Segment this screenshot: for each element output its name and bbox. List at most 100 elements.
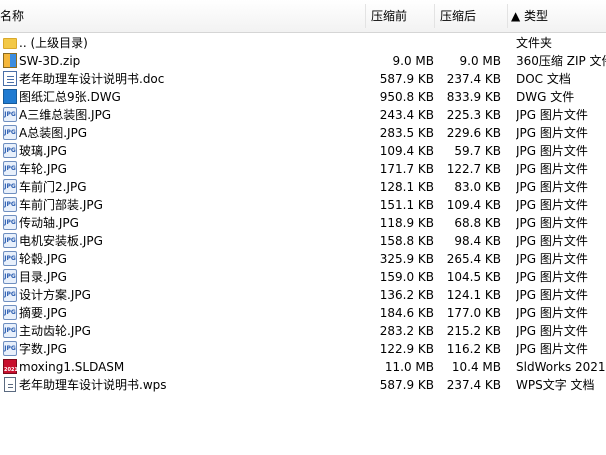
file-compressed-size: 59.7 KB bbox=[454, 144, 501, 158]
file-type: DWG 文件 bbox=[516, 90, 575, 104]
file-name: A三维总装图.JPG bbox=[19, 108, 112, 122]
file-row[interactable]: JPG 玻璃.JPG 109.4 KB 59.7 KB JPG 图片文件 bbox=[0, 142, 606, 160]
column-divider[interactable] bbox=[365, 4, 366, 28]
file-original-size: 109.4 KB bbox=[379, 144, 434, 158]
jpg-icon: JPG bbox=[3, 125, 17, 141]
jpg-icon: JPG bbox=[3, 161, 17, 177]
jpg-icon: JPG bbox=[3, 269, 17, 285]
file-name: moxing1.SLDASM bbox=[19, 360, 125, 374]
file-original-size: 283.2 KB bbox=[379, 324, 434, 338]
file-row[interactable]: JPG 主动齿轮.JPG 283.2 KB 215.2 KB JPG 图片文件 bbox=[0, 322, 606, 340]
file-compressed-size: 124.1 KB bbox=[446, 288, 501, 302]
file-name: 老年助理车设计说明书.wps bbox=[19, 378, 167, 392]
file-name: 玻璃.JPG bbox=[19, 144, 67, 158]
jpg-icon: JPG bbox=[3, 197, 17, 213]
file-type: JPG 图片文件 bbox=[516, 288, 588, 302]
file-original-size: 243.4 KB bbox=[379, 108, 434, 122]
file-type: 360压缩 ZIP 文件 bbox=[516, 54, 606, 68]
jpg-icon: JPG bbox=[3, 143, 17, 159]
file-compressed-size: 177.0 KB bbox=[446, 306, 501, 320]
file-original-size: 128.1 KB bbox=[379, 180, 434, 194]
file-name: 车轮.JPG bbox=[19, 162, 67, 176]
file-original-size: 950.8 KB bbox=[379, 90, 434, 104]
doc-icon bbox=[3, 71, 17, 87]
file-type: 文件夹 bbox=[516, 36, 553, 50]
file-row[interactable]: 2021 moxing1.SLDASM 11.0 MB 10.4 MB SldWorks… bbox=[0, 358, 606, 376]
file-compressed-size: 83.0 KB bbox=[454, 180, 501, 194]
file-name: A总装图.JPG bbox=[19, 126, 88, 140]
file-compressed-size: 104.5 KB bbox=[446, 270, 501, 284]
file-row[interactable]: 老年助理车设计说明书.doc 587.9 KB 237.4 KB DOC 文档 bbox=[0, 70, 606, 88]
file-type: JPG 图片文件 bbox=[516, 216, 588, 230]
file-type: DOC 文档 bbox=[516, 72, 571, 86]
file-name: 轮毂.JPG bbox=[19, 252, 67, 266]
file-compressed-size: 215.2 KB bbox=[446, 324, 501, 338]
file-name: 设计方案.JPG bbox=[19, 288, 91, 302]
file-type: JPG 图片文件 bbox=[516, 342, 588, 356]
file-row[interactable]: JPG 设计方案.JPG 136.2 KB 124.1 KB JPG 图片文件 bbox=[0, 286, 606, 304]
file-name: 传动轴.JPG bbox=[19, 216, 79, 230]
file-row[interactable]: SW-3D.zip 9.0 MB 9.0 MB 360压缩 ZIP 文件 bbox=[0, 52, 606, 70]
dwg-icon bbox=[3, 89, 17, 105]
file-name: 车前门部装.JPG bbox=[19, 198, 103, 212]
file-compressed-size: 237.4 KB bbox=[446, 72, 501, 86]
file-original-size: 118.9 KB bbox=[379, 216, 434, 230]
column-header-name[interactable]: 名称 bbox=[0, 0, 24, 32]
file-row[interactable]: .. (上级目录) 文件夹 bbox=[0, 34, 606, 52]
file-compressed-size: 122.7 KB bbox=[446, 162, 501, 176]
column-header-type[interactable]: ▲ 类型 bbox=[511, 0, 548, 32]
file-original-size: 159.0 KB bbox=[379, 270, 434, 284]
file-original-size: 283.5 KB bbox=[379, 126, 434, 140]
file-row[interactable]: JPG 轮毂.JPG 325.9 KB 265.4 KB JPG 图片文件 bbox=[0, 250, 606, 268]
file-type: JPG 图片文件 bbox=[516, 306, 588, 320]
file-type: JPG 图片文件 bbox=[516, 126, 588, 140]
file-compressed-size: 109.4 KB bbox=[446, 198, 501, 212]
jpg-icon: JPG bbox=[3, 215, 17, 231]
file-original-size: 151.1 KB bbox=[379, 198, 434, 212]
file-type: JPG 图片文件 bbox=[516, 252, 588, 266]
file-compressed-size: 10.4 MB bbox=[451, 360, 501, 374]
jpg-icon: JPG bbox=[3, 287, 17, 303]
jpg-icon: JPG bbox=[3, 323, 17, 339]
jpg-icon: JPG bbox=[3, 233, 17, 249]
file-type: JPG 图片文件 bbox=[516, 324, 588, 338]
file-compressed-size: 229.6 KB bbox=[446, 126, 501, 140]
file-type: JPG 图片文件 bbox=[516, 270, 588, 284]
file-row[interactable]: JPG 目录.JPG 159.0 KB 104.5 KB JPG 图片文件 bbox=[0, 268, 606, 286]
column-header-bar: 名称 压缩前 压缩后 ▲ 类型 bbox=[0, 0, 606, 33]
file-row[interactable]: JPG 车轮.JPG 171.7 KB 122.7 KB JPG 图片文件 bbox=[0, 160, 606, 178]
file-row[interactable]: JPG A三维总装图.JPG 243.4 KB 225.3 KB JPG 图片文件 bbox=[0, 106, 606, 124]
file-type: SldWorks 2021 A bbox=[516, 360, 606, 374]
file-original-size: 9.0 MB bbox=[392, 54, 434, 68]
column-header-compressed[interactable]: 压缩前 bbox=[371, 0, 407, 32]
file-original-size: 122.9 KB bbox=[379, 342, 434, 356]
file-row[interactable]: JPG 传动轴.JPG 118.9 KB 68.8 KB JPG 图片文件 bbox=[0, 214, 606, 232]
file-row[interactable]: 老年助理车设计说明书.wps 587.9 KB 237.4 KB WPS文字 文档 bbox=[0, 376, 606, 394]
file-original-size: 587.9 KB bbox=[379, 72, 434, 86]
file-original-size: 11.0 MB bbox=[384, 360, 434, 374]
file-row[interactable]: 图纸汇总9张.DWG 950.8 KB 833.9 KB DWG 文件 bbox=[0, 88, 606, 106]
file-original-size: 325.9 KB bbox=[379, 252, 434, 266]
file-original-size: 587.9 KB bbox=[379, 378, 434, 392]
file-compressed-size: 9.0 MB bbox=[459, 54, 501, 68]
file-compressed-size: 98.4 KB bbox=[454, 234, 501, 248]
column-divider[interactable] bbox=[434, 4, 435, 28]
column-divider[interactable] bbox=[507, 4, 508, 28]
jpg-icon: JPG bbox=[3, 305, 17, 321]
file-row[interactable]: JPG 摘要.JPG 184.6 KB 177.0 KB JPG 图片文件 bbox=[0, 304, 606, 322]
file-row[interactable]: JPG 车前门2.JPG 128.1 KB 83.0 KB JPG 图片文件 bbox=[0, 178, 606, 196]
file-compressed-size: 237.4 KB bbox=[446, 378, 501, 392]
file-name: .. (上级目录) bbox=[19, 36, 88, 50]
file-name: 车前门2.JPG bbox=[19, 180, 87, 194]
file-row[interactable]: JPG A总装图.JPG 283.5 KB 229.6 KB JPG 图片文件 bbox=[0, 124, 606, 142]
file-compressed-size: 225.3 KB bbox=[446, 108, 501, 122]
file-row[interactable]: JPG 电机安装板.JPG 158.8 KB 98.4 KB JPG 图片文件 bbox=[0, 232, 606, 250]
file-original-size: 158.8 KB bbox=[379, 234, 434, 248]
file-row[interactable]: JPG 车前门部装.JPG 151.1 KB 109.4 KB JPG 图片文件 bbox=[0, 196, 606, 214]
column-header-size[interactable]: 压缩后 bbox=[440, 0, 476, 32]
wps-icon bbox=[3, 377, 17, 393]
file-name: 图纸汇总9张.DWG bbox=[19, 90, 121, 104]
file-row[interactable]: JPG 字数.JPG 122.9 KB 116.2 KB JPG 图片文件 bbox=[0, 340, 606, 358]
file-name: 字数.JPG bbox=[19, 342, 67, 356]
file-original-size: 171.7 KB bbox=[379, 162, 434, 176]
